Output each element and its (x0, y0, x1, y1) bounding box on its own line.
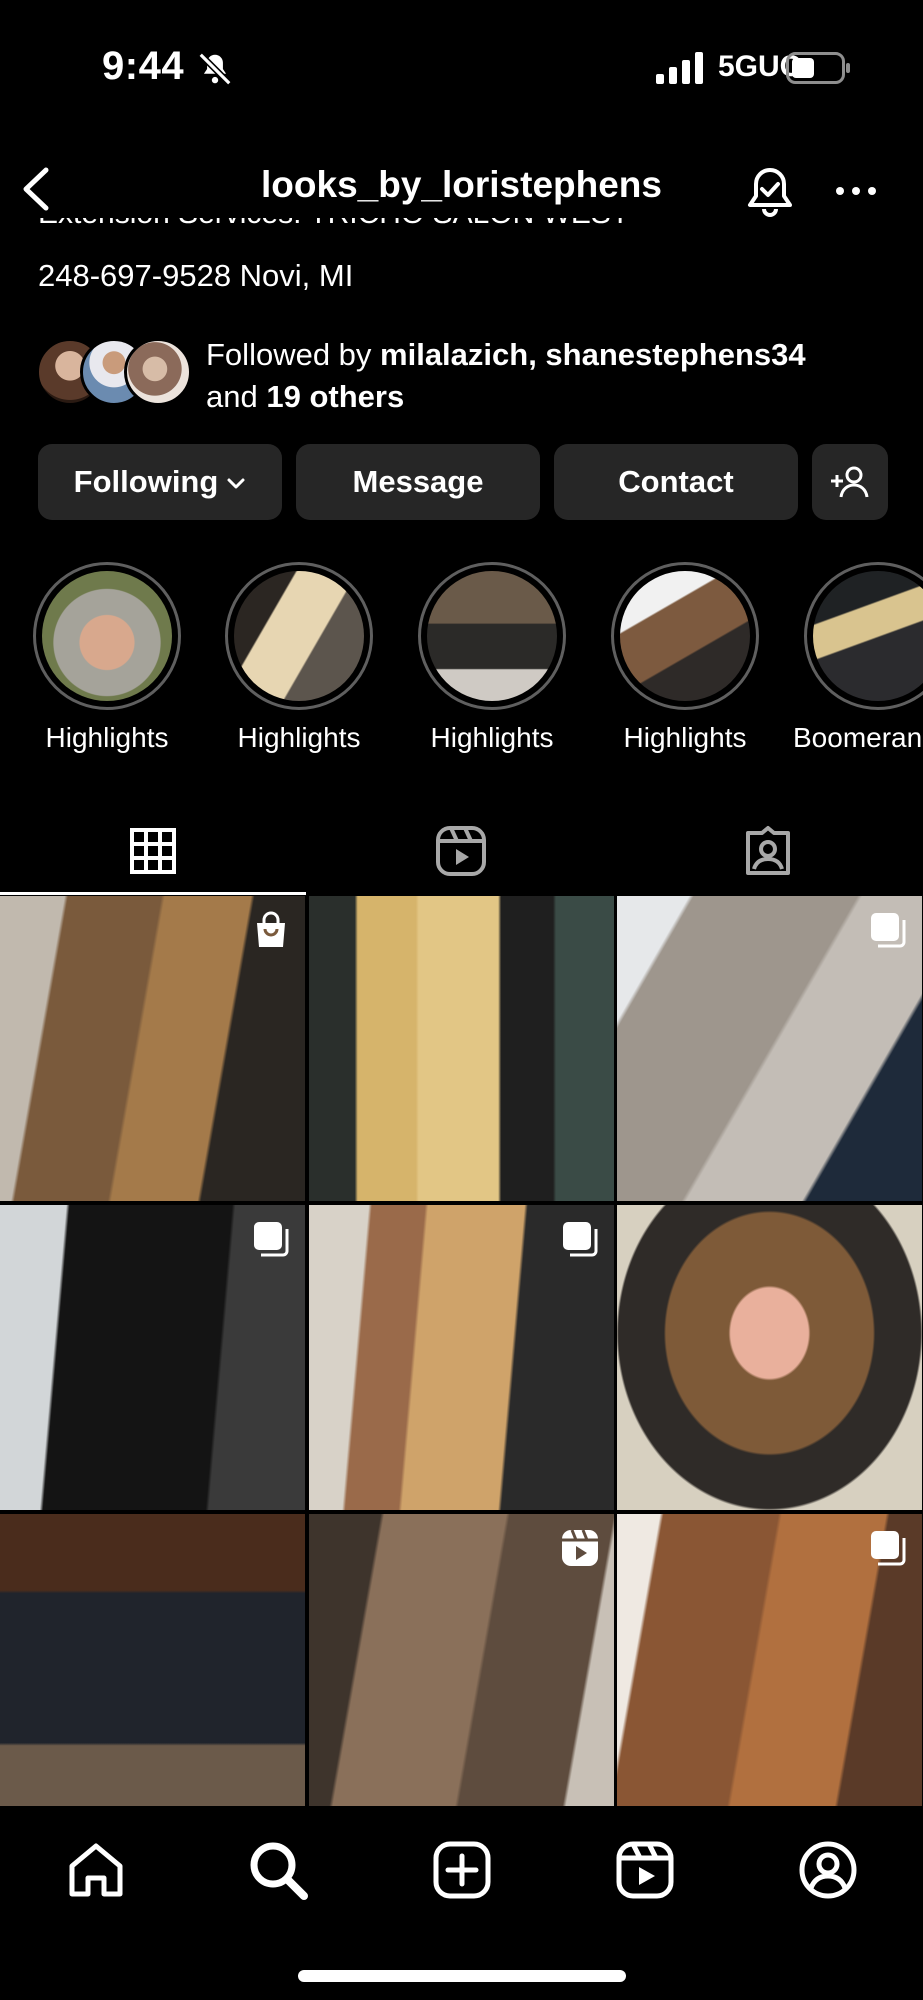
highlight-item[interactable]: Highlights (214, 562, 384, 762)
post-thumbnail[interactable] (0, 1514, 305, 1806)
highlight-label: Highlights (237, 722, 361, 753)
followed-by-text: Followed by milalazich, shanestephens34 … (206, 334, 906, 418)
profile-icon[interactable] (796, 1838, 860, 1902)
following-label: Following (73, 464, 219, 499)
following-button[interactable]: Following (38, 444, 282, 520)
highlight-ring (804, 562, 923, 710)
bio-phone-location[interactable]: 248-697-9528 Novi, MI (38, 258, 353, 294)
highlight-item[interactable]: Highlights (22, 562, 192, 762)
message-label: Message (352, 464, 484, 499)
post-thumbnail[interactable] (309, 896, 614, 1201)
followed-by-names: milalazich, shanestephens34 (380, 337, 806, 372)
contact-label: Contact (618, 464, 734, 499)
followed-by[interactable]: Followed by milalazich, shanestephens34 … (36, 334, 896, 418)
shopping-bag-icon (257, 911, 285, 947)
avatar (124, 338, 192, 406)
highlight-ring (225, 562, 373, 710)
message-button[interactable]: Message (296, 444, 540, 520)
grid-icon (130, 828, 176, 874)
search-icon[interactable] (246, 1838, 310, 1902)
notification-bell-icon[interactable] (744, 164, 796, 220)
carousel-icon (871, 913, 906, 948)
post-thumbnail[interactable] (617, 1205, 922, 1510)
home-indicator[interactable] (298, 1970, 626, 1982)
reels-icon[interactable] (613, 1838, 677, 1902)
bell-slash-icon (198, 52, 232, 86)
tab-posts-grid[interactable] (0, 808, 306, 894)
post-thumbnail[interactable] (0, 1205, 305, 1510)
carousel-icon (254, 1222, 289, 1257)
contact-button[interactable]: Contact (554, 444, 798, 520)
tagged-icon (746, 826, 790, 875)
highlight-label: Boomerang (793, 722, 923, 753)
profile-tabs (0, 808, 923, 895)
highlight-cover (42, 571, 172, 701)
highlight-cover (620, 571, 750, 701)
highlight-ring (418, 562, 566, 710)
followed-by-and: and (206, 379, 267, 414)
status-time: 9:44 (102, 44, 185, 88)
post-thumbnail[interactable] (309, 1205, 614, 1510)
add-user-icon (831, 466, 869, 498)
tab-tagged[interactable] (615, 808, 921, 894)
create-icon[interactable] (430, 1838, 494, 1902)
highlight-ring (33, 562, 181, 710)
highlight-ring (611, 562, 759, 710)
followed-by-others: 19 others (266, 379, 405, 414)
battery-icon (786, 52, 850, 84)
posts-grid (0, 896, 923, 1806)
tab-reels[interactable] (308, 808, 614, 894)
bio-cut-line: Extension Services: TRICHO SALON WEST (38, 218, 629, 240)
highlight-label: Highlights (45, 722, 169, 753)
active-tab-indicator (0, 892, 306, 895)
highlight-label: Highlights (623, 722, 747, 753)
highlight-item[interactable]: Highlights (407, 562, 577, 762)
more-icon[interactable] (834, 174, 878, 208)
followed-by-prefix: Followed by (206, 337, 381, 372)
profile-actions: Following Message Contact (38, 444, 888, 520)
post-thumbnail[interactable] (309, 1514, 614, 1806)
highlight-item[interactable]: Boomerang (793, 562, 923, 762)
carousel-icon (563, 1222, 598, 1257)
post-thumbnail[interactable] (0, 896, 305, 1201)
highlight-label: Highlights (430, 722, 554, 753)
home-icon[interactable] (64, 1838, 128, 1902)
carousel-icon (871, 1531, 906, 1566)
chevron-down-icon (227, 478, 245, 489)
reels-icon (436, 826, 486, 876)
signal-icon (656, 52, 703, 84)
highlight-cover (234, 571, 364, 701)
highlight-cover (813, 571, 923, 701)
highlight-cover (427, 571, 557, 701)
add-user-button[interactable] (812, 444, 888, 520)
reel-icon (562, 1529, 598, 1566)
highlight-item[interactable]: Highlights (600, 562, 770, 762)
status-bar: 9:44 5GUC (0, 0, 923, 140)
post-thumbnail[interactable] (617, 1514, 922, 1806)
story-highlights: Highlights Highlights Highlights Highlig… (0, 562, 923, 762)
post-thumbnail[interactable] (617, 896, 922, 1201)
follower-avatars (36, 338, 192, 408)
bio-cut-text: Extension Services: TRICHO SALON WEST (38, 218, 629, 236)
